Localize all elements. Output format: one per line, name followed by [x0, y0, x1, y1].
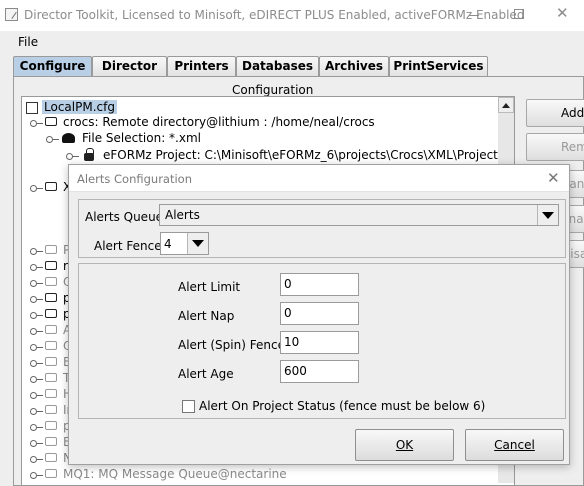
close-icon[interactable]: ✕: [547, 169, 560, 187]
menu-file[interactable]: File: [18, 35, 38, 49]
alert-age-input[interactable]: 600: [280, 360, 359, 383]
alert-spin-fence-label: Alert (Spin) Fence: [178, 338, 285, 352]
window-title: Director Toolkit, Licensed to Minisoft, …: [24, 8, 525, 22]
configuration-label: Configuration: [232, 83, 314, 97]
cancel-button[interactable]: Cancel: [465, 429, 564, 461]
folder-icon: [45, 421, 57, 430]
folder-icon: [45, 309, 57, 318]
folder-icon: [45, 325, 57, 334]
dialog-title: Alerts Configuration: [77, 172, 193, 186]
tree-expand-icon[interactable]: [30, 408, 43, 415]
tree-expand-icon[interactable]: [30, 296, 43, 303]
dialog-title-bar: Alerts Configuration ✕: [69, 165, 569, 192]
tree-expand-icon[interactable]: [30, 440, 43, 447]
alert-settings-pane: Alert Limit 0 Alert Nap 0 Alert (Spin) F…: [78, 263, 566, 419]
binoculars-icon: [62, 133, 75, 143]
tree-root[interactable]: LocalPM.cfg: [22, 99, 222, 115]
scroll-up-icon[interactable]: [498, 97, 514, 113]
alert-age-label: Alert Age: [178, 367, 234, 381]
tab-printers[interactable]: Printers: [167, 56, 236, 76]
tree-expand-icon[interactable]: [30, 312, 43, 319]
queue-pane: Alerts Queue Alerts Alert Fence 4: [78, 199, 566, 258]
alert-on-project-status-checkbox[interactable]: [182, 400, 195, 413]
app-icon: [5, 8, 18, 21]
tree-expand-icon[interactable]: [46, 136, 59, 143]
chevron-down-icon[interactable]: [187, 233, 208, 254]
folder-icon: [45, 437, 57, 446]
folder-icon: [45, 277, 57, 286]
tab-databases[interactable]: Databases: [236, 56, 319, 76]
tab-director[interactable]: Director: [92, 56, 167, 76]
alert-on-project-status-label[interactable]: Alert On Project Status (fence must be b…: [199, 399, 485, 413]
config-file-icon: [26, 102, 38, 114]
folder-icon: [45, 405, 57, 414]
chevron-down-icon[interactable]: [537, 205, 558, 225]
alert-nap-input[interactable]: 0: [280, 302, 359, 325]
tree-node[interactable]: crocs: Remote directory@lithium : /home/…: [22, 115, 502, 131]
tab-configure[interactable]: Configure: [13, 56, 92, 77]
alert-fence-select[interactable]: 4: [160, 232, 209, 255]
alert-limit-input[interactable]: 0: [280, 273, 359, 296]
tree-expand-icon[interactable]: [30, 248, 43, 255]
folder-icon: [45, 469, 57, 478]
tree-expand-icon[interactable]: [30, 392, 43, 399]
close-icon[interactable]: ✕: [556, 4, 569, 22]
tree-node[interactable]: File Selection: *.xml: [22, 131, 502, 147]
maximize-icon[interactable]: [514, 9, 524, 19]
alert-spin-fence-input[interactable]: 10: [280, 331, 359, 354]
ok-button[interactable]: OK: [355, 429, 454, 461]
folder-icon: [45, 357, 57, 366]
remove-button[interactable]: Remo: [526, 133, 584, 161]
tree-expand-icon[interactable]: [30, 424, 43, 431]
alerts-queue-label: Alerts Queue: [85, 210, 164, 224]
alert-fence-label: Alert Fence: [94, 239, 162, 253]
tree-expand-icon[interactable]: [30, 472, 43, 479]
alerts-queue-select[interactable]: Alerts: [159, 204, 559, 226]
minimize-icon[interactable]: [469, 15, 479, 16]
folder-icon: [45, 261, 57, 270]
tree-expand-icon[interactable]: [30, 185, 43, 192]
add-button[interactable]: Add: [526, 99, 584, 127]
tree-expand-icon[interactable]: [30, 344, 43, 351]
tree-expand-icon[interactable]: [30, 376, 43, 383]
folder-icon: [45, 182, 57, 191]
folder-icon: [45, 293, 57, 302]
tree-node[interactable]: MQ1: MQ Message Queue@nectarine: [22, 467, 322, 483]
tree-expand-icon[interactable]: [30, 120, 43, 127]
tree-expand-icon[interactable]: [30, 264, 43, 271]
folder-icon: [45, 245, 57, 254]
tree-expand-icon[interactable]: [30, 280, 43, 287]
folder-icon: [45, 117, 57, 126]
tab-printservices[interactable]: PrintServices: [389, 56, 488, 76]
folder-icon: [45, 389, 57, 398]
tree-expand-icon[interactable]: [30, 456, 43, 463]
folder-icon: [45, 453, 57, 462]
lock-icon: [84, 148, 94, 161]
tree-expand-icon[interactable]: [30, 328, 43, 335]
tree-expand-icon[interactable]: [66, 153, 79, 160]
title-bar: Director Toolkit, Licensed to Minisoft, …: [0, 0, 584, 31]
alerts-configuration-dialog: Alerts Configuration ✕ Alerts Queue Aler…: [68, 164, 570, 465]
tree-node[interactable]: eFORMz Project: C:\Minisoft\eFORMz_6\pro…: [22, 148, 514, 164]
alert-limit-label: Alert Limit: [178, 280, 241, 294]
alert-nap-label: Alert Nap: [178, 309, 235, 323]
folder-icon: [45, 341, 57, 350]
tree-expand-icon[interactable]: [30, 360, 43, 367]
folder-icon: [45, 373, 57, 382]
tab-archives[interactable]: Archives: [319, 56, 389, 76]
menu-bar: File: [0, 31, 584, 53]
